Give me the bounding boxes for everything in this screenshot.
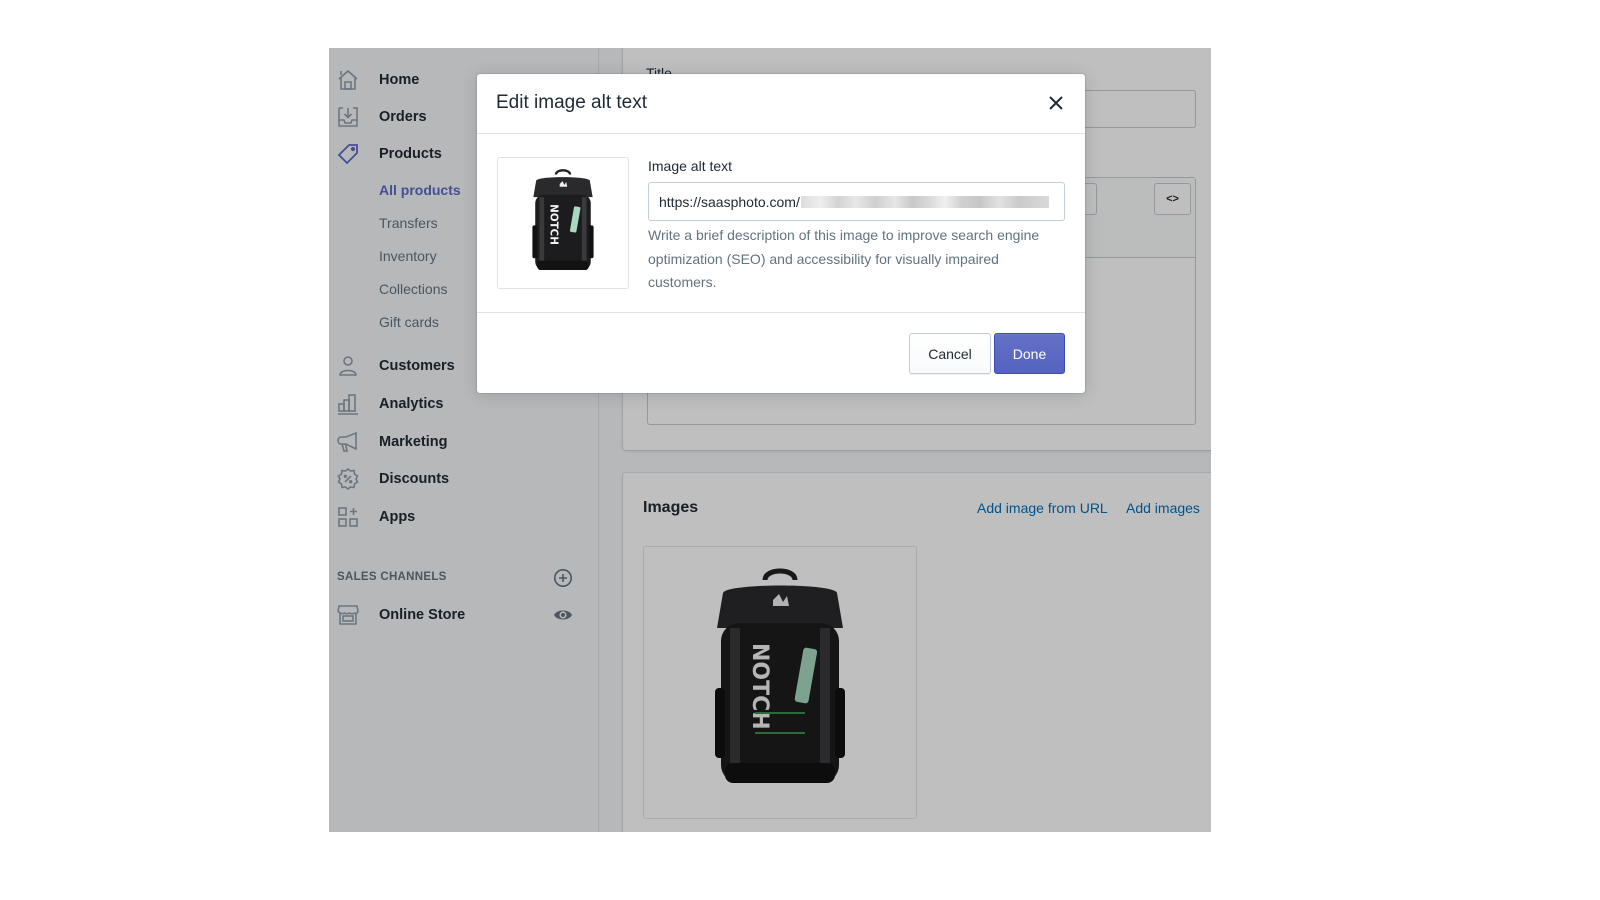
backpack-thumbnail-image: NOTCH bbox=[532, 169, 594, 271]
cancel-button[interactable]: Cancel bbox=[909, 333, 991, 374]
modal-title: Edit image alt text bbox=[496, 92, 648, 113]
modal-header: Edit image alt text bbox=[477, 74, 1085, 134]
alt-text-label: Image alt text bbox=[648, 158, 733, 174]
modal-footer: Cancel Done bbox=[477, 312, 1085, 393]
svg-text:NOTCH: NOTCH bbox=[547, 204, 559, 245]
edit-alt-text-modal: Edit image alt text NOTCH Image alt text… bbox=[477, 74, 1085, 393]
alt-text-help: Write a brief description of this image … bbox=[648, 227, 1040, 290]
alt-text-value: https://saasphoto.com/ bbox=[659, 193, 800, 210]
close-icon[interactable] bbox=[1045, 92, 1067, 114]
done-button[interactable]: Done bbox=[994, 333, 1065, 374]
image-thumbnail: NOTCH bbox=[497, 157, 629, 289]
alt-text-input[interactable]: https://saasphoto.com/ bbox=[648, 182, 1065, 221]
redacted-text bbox=[800, 195, 1049, 208]
